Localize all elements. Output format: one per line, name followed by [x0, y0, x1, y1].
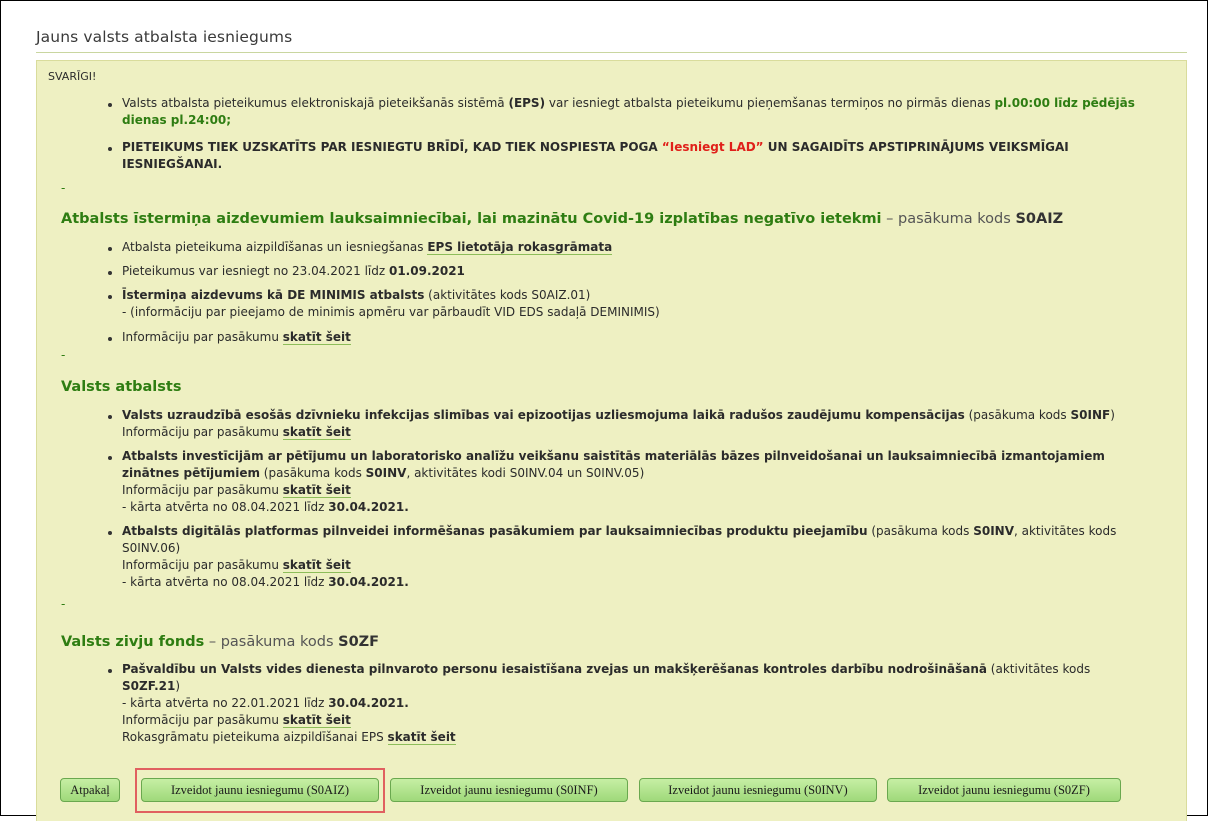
s3-guide-link[interactable]: skatīt šeit: [387, 730, 456, 745]
separator-dash: -: [61, 597, 66, 611]
title-divider: [36, 52, 1187, 53]
s2-item-inv-cont: zinātnes pētījumiem (pasākuma kods S0INV…: [122, 466, 645, 480]
s2-item-inv-info: Informāciju par pasākumu skatīt šeit: [122, 483, 351, 498]
s2-item-digital-round: - kārta atvērta no 08.04.2021 līdz 30.04…: [122, 575, 409, 589]
s3-item: Pašvaldību un Valsts vides dienesta piln…: [122, 662, 1091, 676]
create-s0inf-button[interactable]: Izveidot jaunu iesniegumu (S0INF): [390, 778, 628, 802]
bullet: [108, 669, 112, 673]
window-frame: Jauns valsts atbalsta iesniegums SVARĪGI…: [0, 0, 1208, 821]
create-s0zf-button[interactable]: Izveidot jaunu iesniegumu (S0ZF): [887, 778, 1121, 802]
s2-item-digital: Atbalsts digitālās platformas pilnveidei…: [122, 524, 1117, 538]
bullet: [108, 147, 112, 151]
s1-guide-item: Atbalsta pieteikuma aizpildīšanas un ies…: [122, 240, 613, 255]
eps-guide-link[interactable]: EPS lietotāja rokasgrāmata: [427, 240, 613, 255]
create-s0inv-button[interactable]: Izveidot jaunu iesniegumu (S0INV): [639, 778, 877, 802]
s3-info: Informāciju par pasākumu skatīt šeit: [122, 713, 351, 728]
section-title-s0zf: Valsts zivju fonds – pasākuma kods S0ZF: [61, 634, 380, 650]
s2-item-inv: Atbalsts investīcijām ar pētījumu un lab…: [122, 449, 1105, 463]
create-s0aiz-button[interactable]: Izveidot jaunu iesniegumu (S0AIZ): [141, 778, 379, 802]
s2-item-digital-cont: S0INV.06): [122, 541, 181, 555]
bullet: [108, 103, 112, 107]
important-item-1-cont: dienas pl.24:00;: [122, 113, 232, 127]
separator-dash: -: [61, 181, 66, 195]
s3-guide: Rokasgrāmatu pieteikuma aizpildīšanai EP…: [122, 730, 456, 745]
s2-digital-info-link[interactable]: skatīt šeit: [282, 558, 351, 573]
separator-dash: -: [61, 348, 66, 362]
s1-info-link[interactable]: skatīt šeit: [282, 330, 351, 345]
s1-deminimis-note: - (informāciju par pieejamo de minimis a…: [122, 305, 660, 319]
bullet: [108, 456, 112, 460]
s2-inv-info-link[interactable]: skatīt šeit: [282, 483, 351, 498]
important-item-1: Valsts atbalsta pieteikumus elektroniska…: [122, 96, 1135, 110]
bullet: [108, 295, 112, 299]
s3-item-cont: S0ZF.21): [122, 679, 181, 693]
page-title: Jauns valsts atbalsta iesniegums: [36, 28, 293, 46]
section-title-s0aiz: Atbalsts īstermiņa aizdevumiem lauksaimn…: [61, 211, 1064, 227]
s1-dates-item: Pieteikumus var iesniegt no 23.04.2021 l…: [122, 264, 465, 278]
section-title-state-aid: Valsts atbalsts: [61, 379, 182, 395]
bullet: [108, 337, 112, 341]
important-item-2: PIETEIKUMS TIEK UZSKATĪTS PAR IESNIEGTU …: [122, 140, 1069, 154]
s3-round: - kārta atvērta no 22.01.2021 līdz 30.04…: [122, 696, 409, 710]
bullet: [108, 531, 112, 535]
s3-info-link[interactable]: skatīt šeit: [282, 713, 351, 728]
bullet: [108, 271, 112, 275]
s2-item-inv-round: - kārta atvērta no 08.04.2021 līdz 30.04…: [122, 500, 409, 514]
important-label: SVARĪGI!: [48, 70, 97, 83]
bullet: [108, 247, 112, 251]
s2-item-inf: Valsts uzraudzībā esošās dzīvnieku infek…: [122, 408, 1115, 422]
s2-inf-info-link[interactable]: skatīt šeit: [282, 425, 351, 440]
s1-deminimis-item: Īstermiņa aizdevums kā DE MINIMIS atbals…: [122, 288, 591, 302]
bullet: [108, 415, 112, 419]
back-button[interactable]: Atpakaļ: [60, 778, 120, 802]
important-item-2-cont: IESNIEGŠANAI.: [122, 157, 223, 171]
s1-info-item: Informāciju par pasākumu skatīt šeit: [122, 330, 351, 345]
s2-item-digital-info: Informāciju par pasākumu skatīt šeit: [122, 558, 351, 573]
s2-item-inf-info: Informāciju par pasākumu skatīt šeit: [122, 425, 351, 440]
